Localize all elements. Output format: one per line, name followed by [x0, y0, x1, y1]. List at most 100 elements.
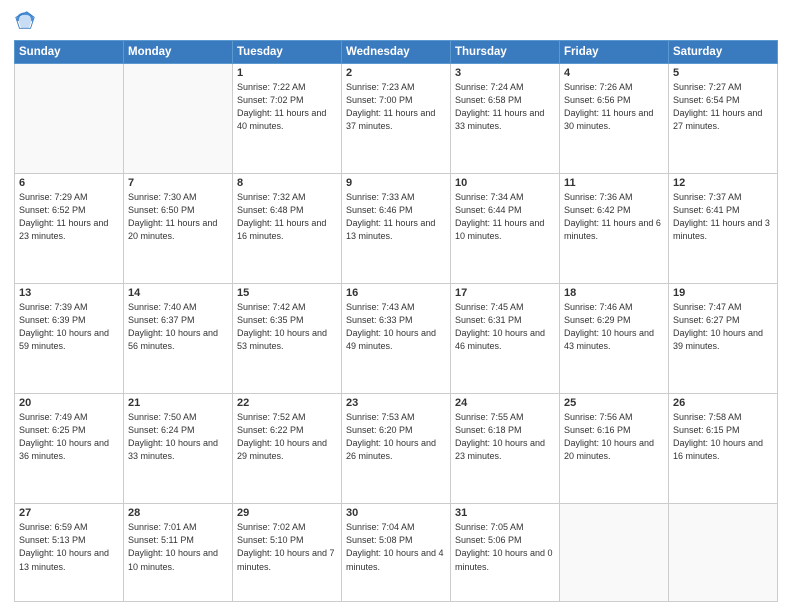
day-info: Sunrise: 7:50 AM Sunset: 6:24 PM Dayligh…: [128, 411, 228, 463]
day-info: Sunrise: 7:39 AM Sunset: 6:39 PM Dayligh…: [19, 301, 119, 353]
weekday-header: Thursday: [451, 41, 560, 64]
day-info: Sunrise: 7:52 AM Sunset: 6:22 PM Dayligh…: [237, 411, 337, 463]
logo-icon: [14, 10, 36, 32]
day-number: 17: [455, 287, 555, 299]
calendar-cell: 5Sunrise: 7:27 AM Sunset: 6:54 PM Daylig…: [669, 64, 778, 174]
day-number: 6: [19, 177, 119, 189]
calendar-cell: 16 Sunrise: 7:43 AM Sunset: 6:33 PM Dayli…: [342, 284, 451, 394]
calendar-cell: 9 Sunrise: 7:33 AM Sunset: 6:46 PM Daylig…: [342, 174, 451, 284]
day-info: Sunrise: 7:04 AM Sunset: 5:08 PM Dayligh…: [346, 521, 446, 573]
calendar-cell: 24Sunrise: 7:55 AM Sunset: 6:18 PM Dayli…: [451, 394, 560, 504]
weekday-header: Monday: [124, 41, 233, 64]
calendar-cell: 11 Sunrise: 7:36 AM Sunset: 6:42 PM Dayli…: [560, 174, 669, 284]
weekday-header-row: SundayMondayTuesdayWednesdayThursdayFrid…: [15, 41, 778, 64]
calendar-cell: 10Sunrise: 7:34 AM Sunset: 6:44 PM Dayli…: [451, 174, 560, 284]
day-info: Sunrise: 7:56 AM Sunset: 6:16 PM Dayligh…: [564, 411, 664, 463]
calendar-cell: 2 Sunrise: 7:23 AM Sunset: 7:00 PM Daylig…: [342, 64, 451, 174]
day-number: 9: [346, 177, 446, 189]
day-info: Sunrise: 7:26 AM Sunset: 6:56 PM Dayligh…: [564, 81, 664, 133]
day-number: 18: [564, 287, 664, 299]
day-number: 2: [346, 67, 446, 79]
calendar-cell: 19 Sunrise: 7:47 AM Sunset: 6:27 PM Dayli…: [669, 284, 778, 394]
day-number: 25: [564, 397, 664, 409]
day-info: Sunrise: 7:46 AM Sunset: 6:29 PM Dayligh…: [564, 301, 664, 353]
day-info: Sunrise: 7:27 AM Sunset: 6:54 PM Dayligh…: [673, 81, 773, 133]
calendar-cell: 15 Sunrise: 7:42 AM Sunset: 6:35 PM Dayli…: [233, 284, 342, 394]
calendar-cell: 13 Sunrise: 7:39 AM Sunset: 6:39 PM Dayli…: [15, 284, 124, 394]
day-info: Sunrise: 7:23 AM Sunset: 7:00 PM Dayligh…: [346, 81, 446, 133]
weekday-header: Sunday: [15, 41, 124, 64]
calendar-cell: [15, 64, 124, 174]
day-info: Sunrise: 7:29 AM Sunset: 6:52 PM Dayligh…: [19, 191, 119, 243]
day-info: Sunrise: 7:30 AM Sunset: 6:50 PM Dayligh…: [128, 191, 228, 243]
day-info: Sunrise: 7:32 AM Sunset: 6:48 PM Dayligh…: [237, 191, 337, 243]
day-info: Sunrise: 7:05 AM Sunset: 5:06 PM Dayligh…: [455, 521, 555, 573]
calendar-week-row: 1Sunrise: 7:22 AM Sunset: 7:02 PM Daylig…: [15, 64, 778, 174]
day-info: Sunrise: 7:42 AM Sunset: 6:35 PM Dayligh…: [237, 301, 337, 353]
calendar-cell: 1Sunrise: 7:22 AM Sunset: 7:02 PM Daylig…: [233, 64, 342, 174]
day-number: 11: [564, 177, 664, 189]
day-number: 16: [346, 287, 446, 299]
day-info: Sunrise: 7:01 AM Sunset: 5:11 PM Dayligh…: [128, 521, 228, 573]
day-info: Sunrise: 7:47 AM Sunset: 6:27 PM Dayligh…: [673, 301, 773, 353]
day-number: 20: [19, 397, 119, 409]
calendar-cell: [669, 504, 778, 602]
day-number: 29: [237, 507, 337, 519]
calendar-table: SundayMondayTuesdayWednesdayThursdayFrid…: [14, 40, 778, 602]
calendar-cell: 26 Sunrise: 7:58 AM Sunset: 6:15 PM Dayli…: [669, 394, 778, 504]
day-number: 15: [237, 287, 337, 299]
day-number: 21: [128, 397, 228, 409]
day-number: 1: [237, 67, 337, 79]
day-number: 10: [455, 177, 555, 189]
calendar-week-row: 27Sunrise: 6:59 AM Sunset: 5:13 PM Dayli…: [15, 504, 778, 602]
day-number: 23: [346, 397, 446, 409]
day-number: 3: [455, 67, 555, 79]
logo: [14, 10, 36, 32]
day-info: Sunrise: 7:58 AM Sunset: 6:15 PM Dayligh…: [673, 411, 773, 463]
day-info: Sunrise: 7:43 AM Sunset: 6:33 PM Dayligh…: [346, 301, 446, 353]
calendar-cell: 17 Sunrise: 7:45 AM Sunset: 6:31 PM Dayli…: [451, 284, 560, 394]
calendar-cell: 27Sunrise: 6:59 AM Sunset: 5:13 PM Dayli…: [15, 504, 124, 602]
calendar-cell: 20 Sunrise: 7:49 AM Sunset: 6:25 PM Dayli…: [15, 394, 124, 504]
weekday-header: Tuesday: [233, 41, 342, 64]
calendar-cell: 28Sunrise: 7:01 AM Sunset: 5:11 PM Dayli…: [124, 504, 233, 602]
day-number: 8: [237, 177, 337, 189]
day-number: 26: [673, 397, 773, 409]
weekday-header: Saturday: [669, 41, 778, 64]
calendar-cell: 12 Sunrise: 7:37 AM Sunset: 6:41 PM Dayli…: [669, 174, 778, 284]
day-info: Sunrise: 7:33 AM Sunset: 6:46 PM Dayligh…: [346, 191, 446, 243]
calendar-week-row: 20 Sunrise: 7:49 AM Sunset: 6:25 PM Dayli…: [15, 394, 778, 504]
day-info: Sunrise: 7:45 AM Sunset: 6:31 PM Dayligh…: [455, 301, 555, 353]
calendar-cell: [560, 504, 669, 602]
day-number: 12: [673, 177, 773, 189]
calendar-cell: [124, 64, 233, 174]
day-number: 19: [673, 287, 773, 299]
day-number: 31: [455, 507, 555, 519]
calendar-cell: 8 Sunrise: 7:32 AM Sunset: 6:48 PM Daylig…: [233, 174, 342, 284]
weekday-header: Friday: [560, 41, 669, 64]
day-info: Sunrise: 7:37 AM Sunset: 6:41 PM Dayligh…: [673, 191, 773, 243]
day-info: Sunrise: 7:53 AM Sunset: 6:20 PM Dayligh…: [346, 411, 446, 463]
weekday-header: Wednesday: [342, 41, 451, 64]
calendar-cell: 21 Sunrise: 7:50 AM Sunset: 6:24 PM Dayli…: [124, 394, 233, 504]
page: SundayMondayTuesdayWednesdayThursdayFrid…: [0, 0, 792, 612]
calendar-cell: 29Sunrise: 7:02 AM Sunset: 5:10 PM Dayli…: [233, 504, 342, 602]
calendar-cell: 4 Sunrise: 7:26 AM Sunset: 6:56 PM Daylig…: [560, 64, 669, 174]
day-info: Sunrise: 7:40 AM Sunset: 6:37 PM Dayligh…: [128, 301, 228, 353]
day-info: Sunrise: 7:36 AM Sunset: 6:42 PM Dayligh…: [564, 191, 664, 243]
day-number: 7: [128, 177, 228, 189]
day-number: 24: [455, 397, 555, 409]
day-info: Sunrise: 6:59 AM Sunset: 5:13 PM Dayligh…: [19, 521, 119, 573]
calendar-cell: 22Sunrise: 7:52 AM Sunset: 6:22 PM Dayli…: [233, 394, 342, 504]
day-number: 13: [19, 287, 119, 299]
day-number: 30: [346, 507, 446, 519]
calendar-cell: 14 Sunrise: 7:40 AM Sunset: 6:37 PM Dayli…: [124, 284, 233, 394]
calendar-week-row: 6 Sunrise: 7:29 AM Sunset: 6:52 PM Daylig…: [15, 174, 778, 284]
calendar-cell: 6 Sunrise: 7:29 AM Sunset: 6:52 PM Daylig…: [15, 174, 124, 284]
calendar-cell: 30 Sunrise: 7:04 AM Sunset: 5:08 PM Dayli…: [342, 504, 451, 602]
day-number: 14: [128, 287, 228, 299]
day-info: Sunrise: 7:49 AM Sunset: 6:25 PM Dayligh…: [19, 411, 119, 463]
calendar-cell: 25 Sunrise: 7:56 AM Sunset: 6:16 PM Dayli…: [560, 394, 669, 504]
day-info: Sunrise: 7:24 AM Sunset: 6:58 PM Dayligh…: [455, 81, 555, 133]
day-number: 4: [564, 67, 664, 79]
